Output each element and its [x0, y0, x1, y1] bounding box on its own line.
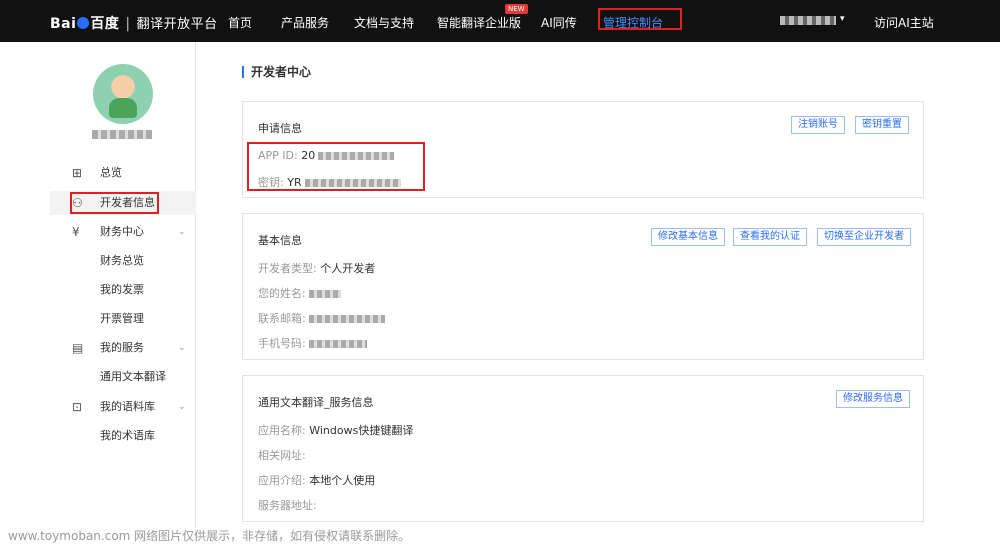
field-label: 应用介绍: — [258, 474, 306, 487]
sidebar-item-label: 通用文本翻译 — [100, 370, 166, 383]
nav-enterprise[interactable]: 智能翻译企业版 — [437, 14, 521, 31]
sidebar-item-label: 我的语料库 — [100, 400, 155, 413]
logo-product: 翻译开放平台 — [136, 17, 218, 32]
chevron-down-icon[interactable]: ▾ — [840, 14, 845, 24]
app-name-row: 应用名称: Windows快捷键翻译 — [258, 422, 413, 438]
field-label: 您的姓名: — [258, 287, 306, 300]
service-info-card: 通用文本翻译_服务信息 修改服务信息 应用名称: Windows快捷键翻译 相关… — [242, 375, 924, 522]
credentials-highlight-box — [247, 142, 425, 191]
logo-brand-cn: 百度 — [90, 16, 120, 32]
view-certification-button[interactable]: 查看我的认证 — [733, 228, 807, 246]
phone-blurred — [309, 340, 368, 348]
avatar[interactable] — [93, 64, 153, 124]
nav-home[interactable]: 首页 — [228, 14, 252, 31]
server-address-row: 服务器地址: — [258, 497, 317, 513]
field-label: 开发者类型: — [258, 262, 317, 275]
developer-type-row: 开发者类型: 个人开发者 — [258, 260, 375, 276]
card-title: 申请信息 — [258, 122, 302, 135]
field-value: 本地个人使用 — [309, 474, 376, 487]
email-blurred — [309, 315, 386, 323]
paw-icon — [77, 17, 90, 29]
top-nav-bar: Bai 百度 | 翻译开放平台 首页 产品服务 文档与支持 智能翻译企业版 NEW A… — [0, 0, 1000, 42]
field-label: 联系邮箱: — [258, 312, 306, 325]
new-badge: NEW — [505, 4, 528, 14]
name-row: 您的姓名: — [258, 285, 342, 301]
phone-row: 手机号码: — [258, 335, 368, 351]
edit-basic-info-button[interactable]: 修改基本信息 — [651, 228, 725, 246]
email-row: 联系邮箱: — [258, 310, 386, 326]
sidebar-item-label: 财务中心 — [100, 225, 144, 238]
watermark-text: www.toymoban.com 网络图片仅供展示，非存储，如有侵权请联系删除。 — [8, 529, 411, 543]
basic-info-card: 基本信息 修改基本信息 查看我的认证 切换至企业开发者 开发者类型: 个人开发者… — [242, 213, 924, 360]
name-blurred — [309, 290, 342, 298]
grid-icon: ⊞ — [72, 166, 83, 180]
field-label: 相关网址: — [258, 449, 306, 462]
nav-docs[interactable]: 文档与支持 — [354, 14, 414, 31]
field-label: 手机号码: — [258, 337, 306, 350]
field-label: 应用名称: — [258, 424, 306, 437]
sidebar-item-invoices[interactable]: 我的发票 — [50, 278, 196, 302]
chevron-down-icon[interactable]: ⌄ — [178, 220, 186, 244]
baidu-translate-logo[interactable]: Bai 百度 | 翻译开放平台 — [50, 13, 218, 33]
sidebar-item-my-services[interactable]: ▤ 我的服务 ⌄ — [50, 336, 196, 360]
sidebar-item-text-translation[interactable]: 通用文本翻译 — [50, 365, 196, 389]
edit-service-info-button[interactable]: 修改服务信息 — [836, 390, 910, 408]
logo-separator: | — [125, 16, 131, 32]
sidebar-username-blurred — [92, 130, 152, 139]
nav-products[interactable]: 产品服务 — [281, 14, 329, 31]
console-highlight-box — [598, 8, 682, 30]
sidebar-item-finance-overview[interactable]: 财务总览 — [50, 249, 196, 273]
sidebar-item-label: 我的发票 — [100, 283, 144, 296]
card-title: 通用文本翻译_服务信息 — [258, 396, 374, 409]
nav-visit-ai[interactable]: 访问AI主站 — [874, 14, 934, 31]
card-title: 基本信息 — [258, 234, 302, 247]
page-title: 开发者中心 — [242, 66, 311, 78]
field-value: Windows快捷键翻译 — [309, 424, 414, 437]
sidebar-item-label: 总览 — [100, 166, 122, 179]
sidebar-item-terminology[interactable]: 我的术语库 — [50, 424, 196, 448]
chevron-down-icon[interactable]: ⌄ — [178, 336, 186, 360]
document-icon: ▤ — [72, 341, 84, 355]
sidebar-item-invoice-management[interactable]: 开票管理 — [50, 307, 196, 331]
sidebar-item-overview[interactable]: ⊞ 总览 — [50, 161, 196, 185]
chevron-down-icon[interactable]: ⌄ — [178, 395, 186, 419]
yen-icon: ¥ — [72, 225, 80, 239]
developer-info-highlight-box — [70, 192, 159, 214]
deregister-account-button[interactable]: 注销账号 — [791, 116, 845, 134]
sidebar-item-label: 我的服务 — [100, 341, 144, 354]
logo-brand: Bai — [50, 16, 77, 32]
box-icon: ⊡ — [72, 400, 83, 414]
sidebar-item-label: 财务总览 — [100, 254, 144, 267]
app-intro-row: 应用介绍: 本地个人使用 — [258, 472, 375, 488]
nav-ai-interpret[interactable]: AI同传 — [541, 14, 577, 31]
related-url-row: 相关网址: — [258, 447, 306, 463]
sidebar-item-finance[interactable]: ¥ 财务中心 ⌄ — [50, 220, 196, 244]
username-blurred[interactable] — [780, 16, 836, 25]
sidebar-item-label: 我的术语库 — [100, 429, 155, 442]
field-label: 服务器地址: — [258, 499, 317, 512]
switch-enterprise-button[interactable]: 切换至企业开发者 — [817, 228, 911, 246]
sidebar-item-label: 开票管理 — [100, 312, 144, 325]
sidebar: ⊞ 总览 ⚇ 开发者信息 ¥ 财务中心 ⌄ 财务总览 我的发票 开票管理 ▤ 我… — [50, 42, 196, 544]
field-value: 个人开发者 — [320, 262, 376, 275]
reset-secret-button[interactable]: 密钥重置 — [855, 116, 909, 134]
sidebar-item-corpus[interactable]: ⊡ 我的语料库 ⌄ — [50, 395, 196, 419]
